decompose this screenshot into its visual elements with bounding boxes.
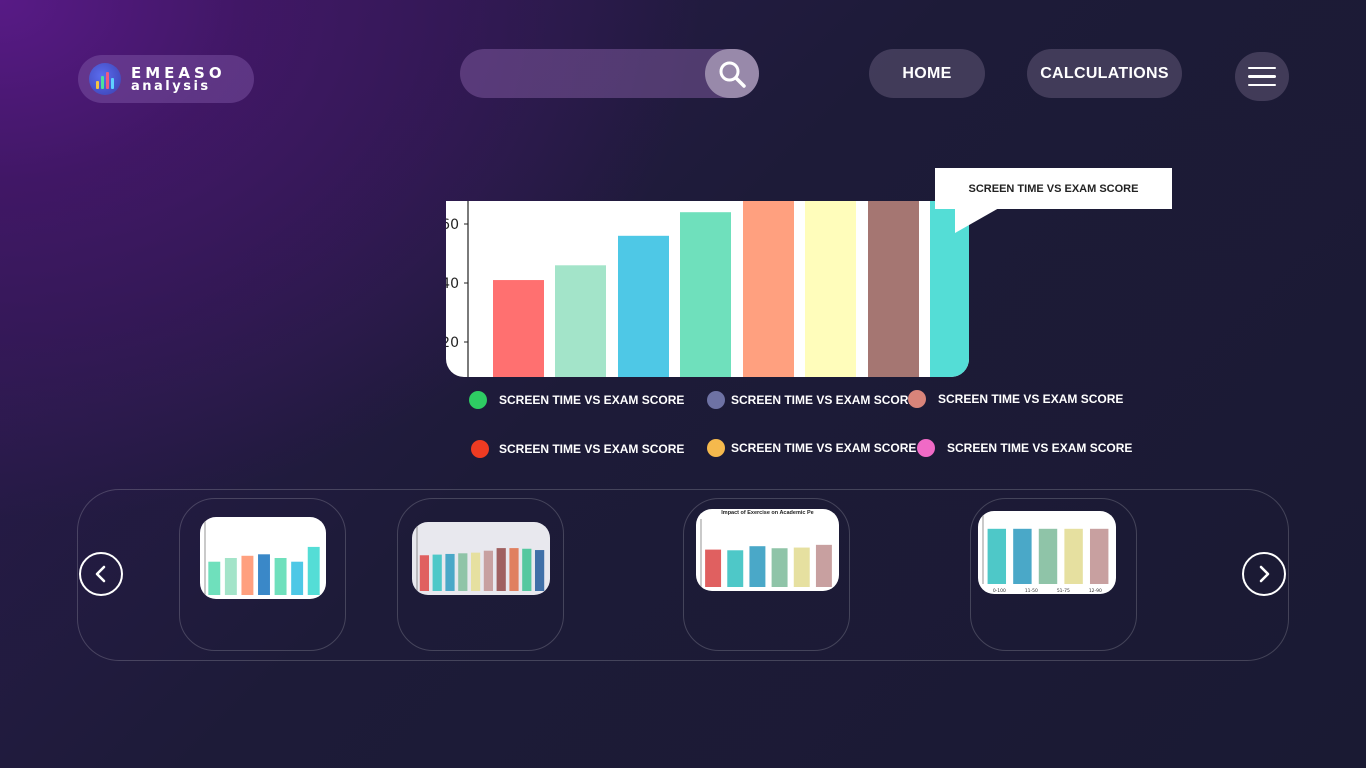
thumb-bar bbox=[793, 547, 810, 587]
bar[interactable] bbox=[555, 265, 606, 377]
bar[interactable] bbox=[618, 235, 669, 377]
main-chart: 20 40 60 bbox=[446, 201, 969, 377]
home-button[interactable]: HOME bbox=[869, 49, 985, 98]
thumb-bar bbox=[522, 548, 532, 591]
thumb-bar bbox=[1038, 528, 1058, 584]
thumb-bar bbox=[419, 555, 430, 591]
thumb-bar bbox=[224, 558, 237, 595]
hamburger-menu-icon bbox=[1248, 66, 1276, 70]
legend-item[interactable]: SCREEN TIME VS EXAM SCORE bbox=[917, 439, 1132, 457]
y-tick-label: 20 bbox=[446, 335, 459, 351]
thumb-bar bbox=[241, 555, 254, 595]
thumb-bar bbox=[1064, 528, 1083, 584]
legend-item[interactable]: SCREEN TIME VS EXAM SCORE bbox=[471, 440, 684, 458]
carousel-card[interactable] bbox=[397, 498, 564, 651]
thumb-bar bbox=[509, 548, 519, 591]
legend-dot bbox=[471, 440, 489, 458]
thumb-bar bbox=[258, 554, 270, 595]
carousel-card[interactable]: 0-100 11-50 51-75 12-90 bbox=[970, 498, 1137, 651]
carousel-card[interactable]: Impact of Exercise on Academic Pe bbox=[683, 498, 850, 651]
thumb-bar bbox=[496, 548, 506, 591]
legend-label: SCREEN TIME VS EXAM SCORE bbox=[499, 442, 685, 456]
carousel-next-button[interactable] bbox=[1242, 552, 1286, 596]
legend-label: SCREEN TIME VS EXAM SCORE bbox=[938, 392, 1124, 406]
legend-dot bbox=[469, 391, 487, 409]
bar[interactable] bbox=[805, 201, 856, 377]
thumb-bar bbox=[470, 552, 481, 591]
legend-label: SCREEN TIME VS EXAM SCORE bbox=[947, 441, 1133, 455]
bar[interactable] bbox=[743, 201, 794, 377]
thumb-bar bbox=[274, 558, 287, 595]
chevron-left-icon bbox=[95, 565, 106, 583]
bar[interactable] bbox=[493, 280, 544, 377]
legend-item[interactable]: SCREEN TIME VS EXAM SCORE bbox=[707, 439, 916, 457]
chart-thumbnail: Impact of Exercise on Academic Pe bbox=[696, 509, 839, 591]
thumb-bar bbox=[1089, 528, 1109, 584]
legend-dot bbox=[908, 390, 926, 408]
thumb-bar bbox=[483, 550, 494, 591]
thumb-bar bbox=[987, 528, 1007, 584]
carousel-prev-button[interactable] bbox=[79, 552, 123, 596]
chart-thumbnail: 0-100 11-50 51-75 12-90 bbox=[978, 511, 1116, 594]
search-bar[interactable] bbox=[460, 49, 759, 98]
thumb-bar bbox=[727, 550, 744, 587]
bar[interactable] bbox=[868, 201, 919, 377]
thumb-bar bbox=[307, 546, 320, 595]
legend-label: SCREEN TIME VS EXAM SCORE bbox=[731, 441, 917, 455]
legend-item[interactable]: SCREEN TIME VS EXAM SCORE bbox=[469, 391, 684, 409]
thumb-bar bbox=[291, 561, 304, 595]
thumb-bar bbox=[771, 548, 788, 587]
thumb-bar bbox=[749, 546, 766, 587]
legend-dot bbox=[707, 439, 725, 457]
thumb-bar bbox=[534, 550, 545, 591]
calculations-button[interactable]: CALCULATIONS bbox=[1027, 49, 1182, 98]
legend-dot bbox=[917, 439, 935, 457]
thumb-bar bbox=[445, 553, 455, 591]
thumb-bar bbox=[705, 549, 722, 587]
chevron-right-icon bbox=[1259, 565, 1270, 583]
thumb-x-label: 51-75 bbox=[1057, 588, 1070, 594]
legend-label: SCREEN TIME VS EXAM SCORE bbox=[499, 393, 685, 407]
y-tick-label: 40 bbox=[446, 276, 459, 292]
thumb-bar bbox=[208, 561, 221, 595]
chart-thumbnail bbox=[200, 517, 326, 599]
chart-tooltip: SCREEN TIME VS EXAM SCORE bbox=[935, 168, 1172, 209]
bar-chart-logo-icon bbox=[89, 63, 121, 95]
thumbnail-title: Impact of Exercise on Academic Pe bbox=[721, 510, 814, 516]
menu-button[interactable] bbox=[1235, 52, 1289, 101]
y-tick-label: 60 bbox=[446, 217, 459, 233]
legend-label: SCREEN TIME VS EXAM SCORE bbox=[731, 393, 917, 407]
thumb-bar bbox=[458, 553, 468, 591]
thumb-x-label: 0-100 bbox=[993, 588, 1006, 594]
thumb-bar bbox=[432, 554, 442, 591]
thumb-x-label: 11-50 bbox=[1025, 588, 1038, 594]
carousel-card[interactable] bbox=[179, 498, 346, 651]
legend-item[interactable]: SCREEN TIME VS EXAM SCORE bbox=[707, 391, 916, 409]
thumb-bar bbox=[1013, 528, 1032, 584]
thumb-x-label: 12-90 bbox=[1089, 588, 1102, 594]
tooltip-tail bbox=[955, 208, 999, 233]
bar[interactable] bbox=[680, 212, 731, 377]
legend-dot bbox=[707, 391, 725, 409]
search-button[interactable] bbox=[705, 49, 759, 98]
legend-item[interactable]: SCREEN TIME VS EXAM SCORE bbox=[908, 390, 1123, 408]
logo[interactable]: EMEASO analysis bbox=[78, 55, 254, 103]
thumb-bar bbox=[815, 544, 832, 587]
search-icon bbox=[719, 61, 746, 88]
chart-thumbnail bbox=[412, 522, 550, 595]
main-chart-plot: 20 40 60 bbox=[446, 201, 969, 377]
